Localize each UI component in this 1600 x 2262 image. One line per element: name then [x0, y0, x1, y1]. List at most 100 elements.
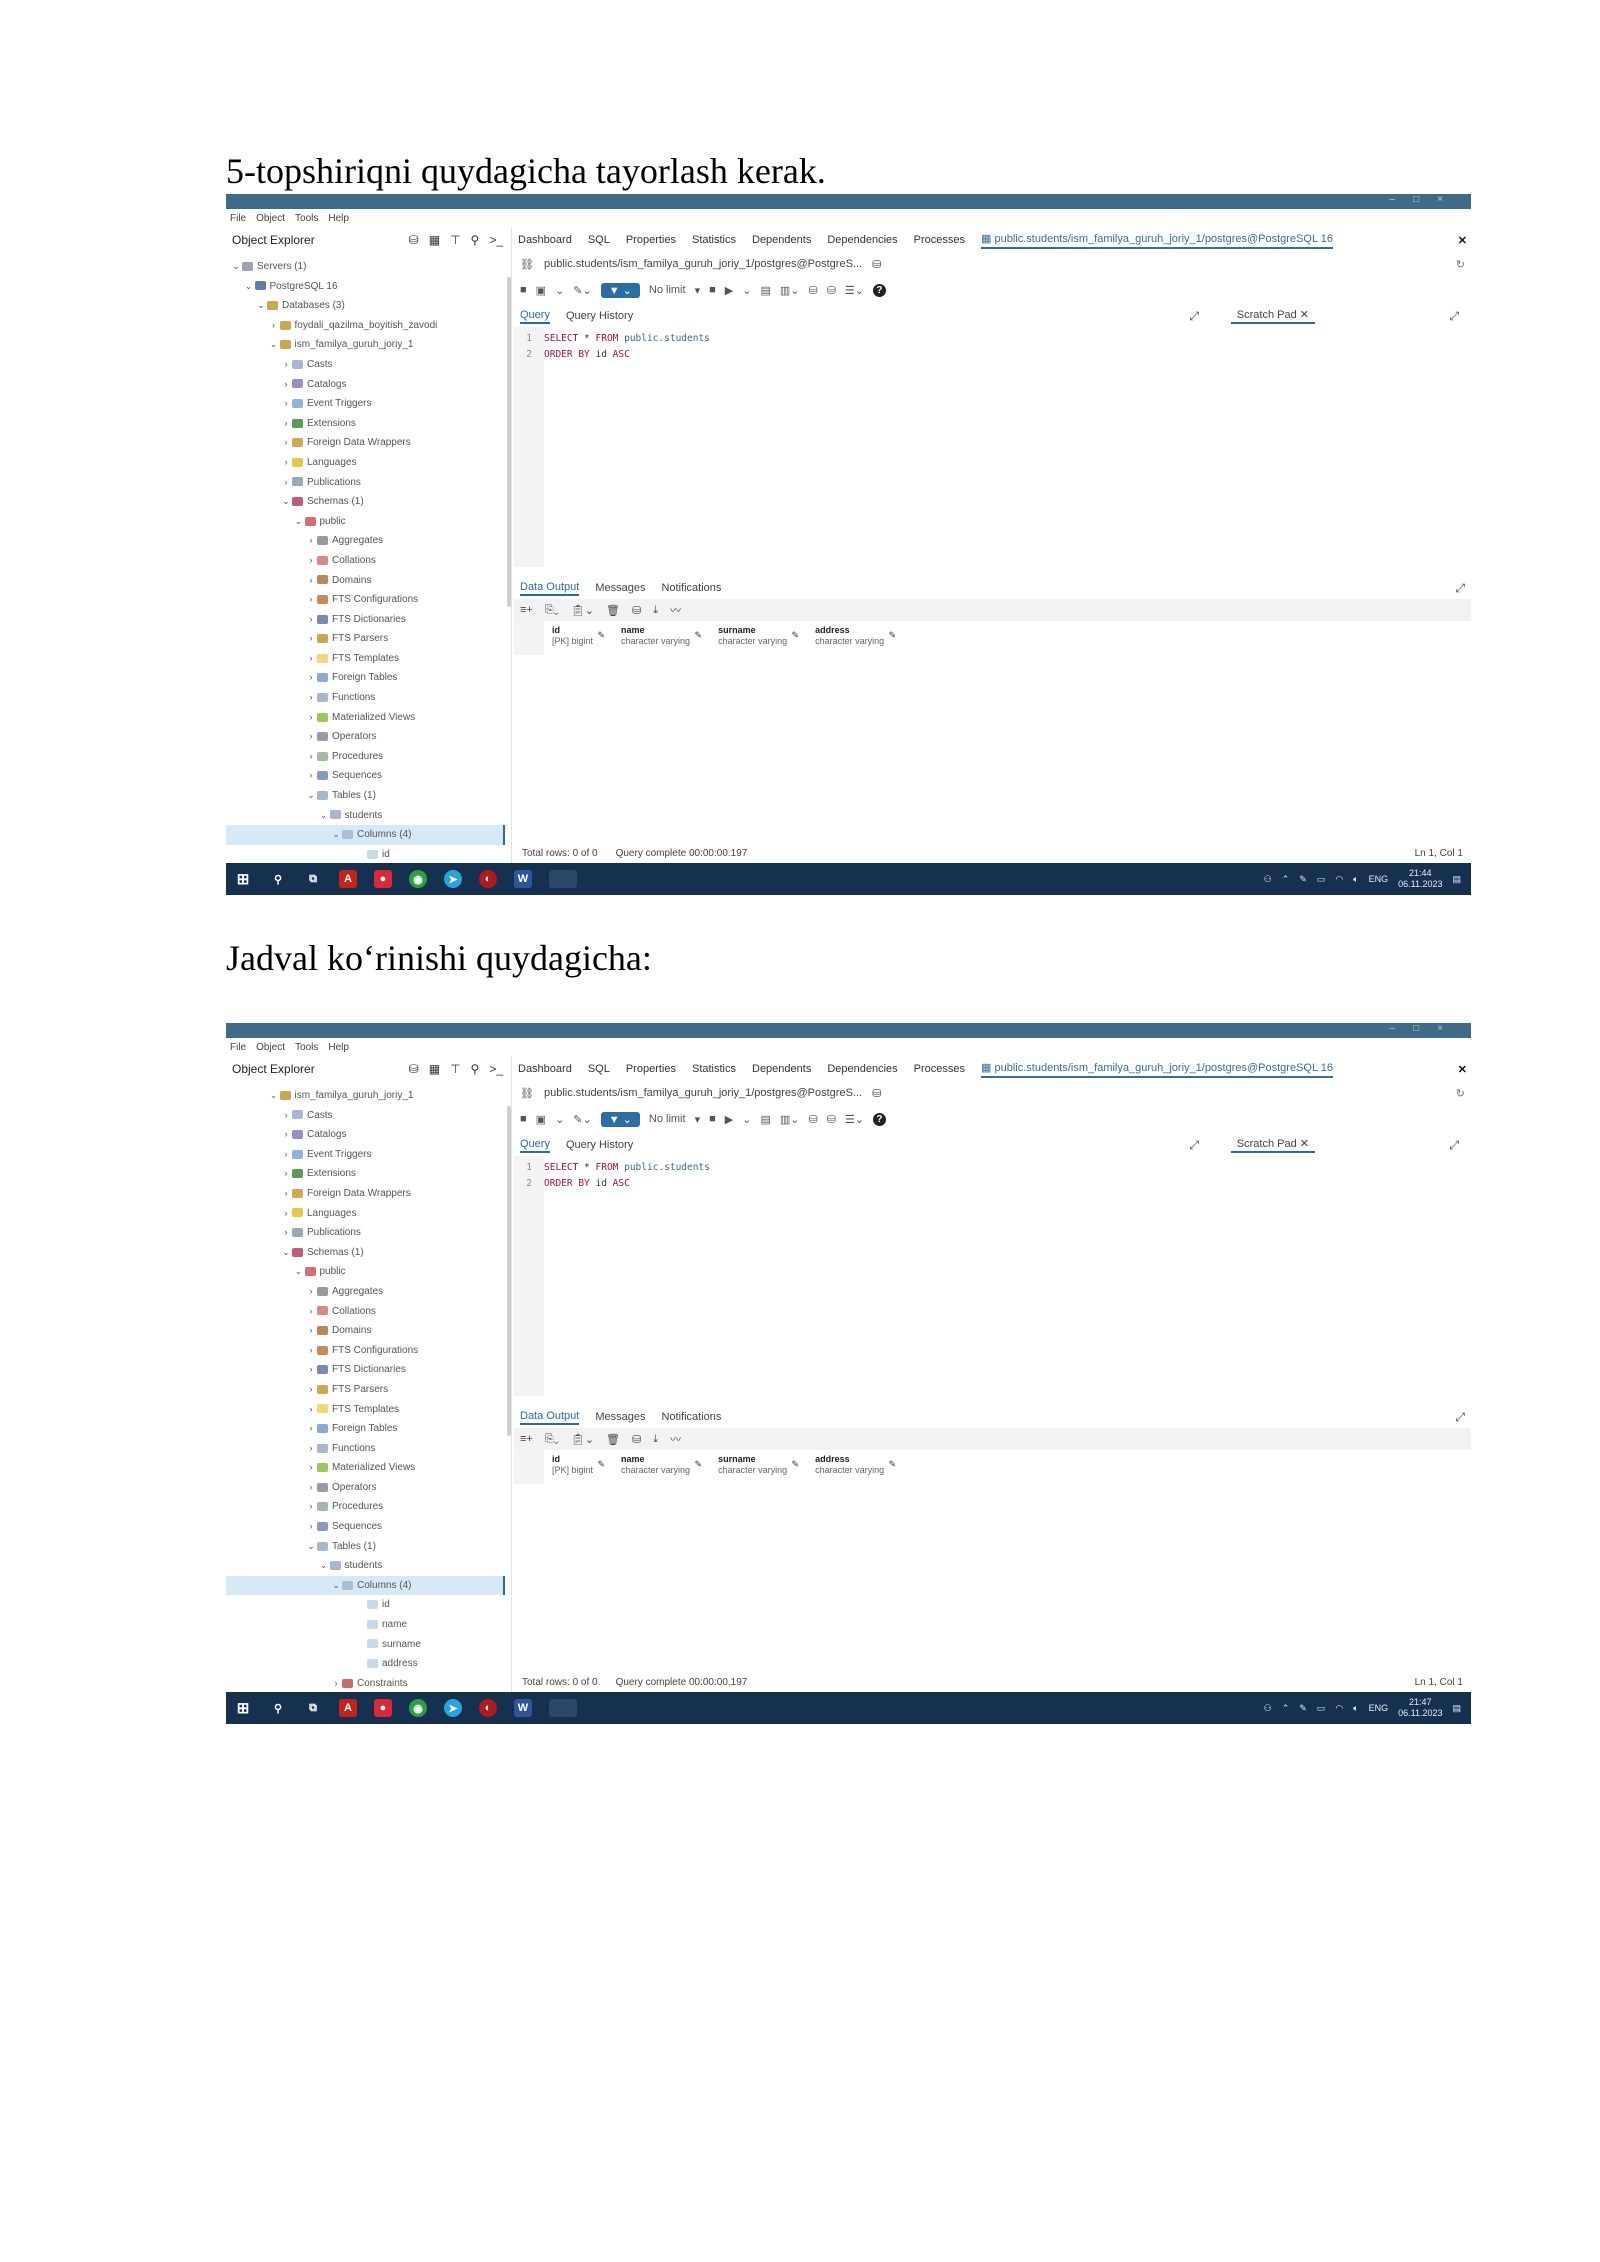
chevron-right-icon[interactable]: › [305, 1458, 317, 1478]
chevron-down-icon[interactable]: ⌄ [293, 1262, 305, 1282]
download-icon[interactable]: ⤓ [653, 604, 658, 617]
tab-dependents[interactable]: Dependents [752, 234, 811, 246]
chevron-down-icon[interactable]: ▾ [695, 1113, 701, 1126]
rollback-icon[interactable]: ⛁ [827, 1113, 836, 1126]
user-icon[interactable]: ⚇ [1264, 874, 1272, 885]
tree-node[interactable]: › FTS Parsers [226, 1380, 505, 1400]
battery-icon[interactable]: ▭ [1317, 1703, 1326, 1714]
tree-node[interactable]: › Catalogs [226, 1125, 505, 1145]
clock[interactable]: 21:44 06.11.2023 [1398, 868, 1442, 890]
tree-node[interactable]: ⌄ Servers (1) [226, 257, 505, 277]
battery-icon[interactable]: ▭ [1317, 874, 1326, 885]
acrobat-icon[interactable]: A [339, 870, 357, 888]
tab-query-history[interactable]: Query History [566, 310, 633, 322]
tree-node[interactable]: › Procedures [226, 747, 505, 767]
word-icon[interactable]: W [514, 1699, 532, 1717]
macros-icon[interactable]: ☰⌄ [845, 1113, 864, 1126]
commit-icon[interactable]: ⛁ [808, 1113, 817, 1126]
chevron-up-icon[interactable]: ⌃ [1282, 874, 1290, 885]
menu-file[interactable]: File [230, 1042, 246, 1053]
tree-node[interactable]: › Foreign Data Wrappers [226, 1184, 505, 1204]
chevron-right-icon[interactable]: › [305, 668, 317, 688]
tree-node[interactable]: ⌄ students [226, 806, 505, 826]
tab-statistics[interactable]: Statistics [692, 234, 736, 246]
tree-node[interactable]: › Casts [226, 1106, 505, 1126]
chevron-right-icon[interactable]: › [330, 1674, 342, 1694]
tree-node[interactable]: address [226, 1654, 505, 1674]
chevron-right-icon[interactable]: › [280, 433, 292, 453]
volume-icon[interactable]: 🔈︎ [1353, 1703, 1358, 1714]
tree-node[interactable]: › Collations [226, 551, 505, 571]
column-header[interactable]: id [PK] bigint ✎ [552, 1454, 605, 1476]
window-thumbnail-icon[interactable] [549, 1699, 577, 1717]
chevron-down-icon[interactable]: ⌄ [318, 806, 330, 826]
tree-node[interactable]: › Foreign Data Wrappers [226, 433, 505, 453]
filter-button[interactable]: ▼ ⌄ [600, 282, 640, 298]
explain-icon[interactable]: ▤ [760, 1113, 770, 1126]
chevron-right-icon[interactable]: › [280, 1223, 292, 1243]
chevron-right-icon[interactable]: › [305, 1419, 317, 1439]
delete-icon[interactable]: 🗑︎ [606, 604, 620, 617]
chevron-down-icon[interactable]: ⌄ [230, 257, 242, 277]
chevron-right-icon[interactable]: › [280, 1164, 292, 1184]
chevron-down-icon[interactable]: ⌄ [305, 786, 317, 806]
filter-button[interactable]: ▼ ⌄ [600, 1111, 640, 1127]
chevron-right-icon[interactable]: › [305, 649, 317, 669]
tree-node[interactable]: › FTS Dictionaries [226, 610, 505, 630]
tree-node[interactable]: › foydali_qazilma_boyitish_zavodi [226, 316, 505, 336]
tab-query-history[interactable]: Query History [566, 1139, 633, 1151]
chevron-right-icon[interactable]: › [305, 1400, 317, 1420]
row-limit-select[interactable]: No limit [649, 284, 686, 296]
chevron-down-icon[interactable]: ⌄ [280, 492, 292, 512]
search-icon[interactable]: ⚲ [471, 1062, 480, 1076]
chevron-right-icon[interactable]: › [305, 1321, 317, 1341]
expand-icon[interactable]: ⤢ [1189, 1138, 1199, 1153]
edit-icon[interactable]: ✎⌄ [573, 1113, 591, 1126]
copy-icon[interactable]: ⎘⌄ [545, 1433, 559, 1446]
tab-dependents[interactable]: Dependents [752, 1063, 811, 1075]
tab-messages[interactable]: Messages [595, 582, 645, 594]
edit-pencil-icon[interactable]: ✎ [792, 1459, 800, 1470]
tree-node[interactable]: › FTS Configurations [226, 1341, 505, 1361]
chevron-right-icon[interactable]: › [305, 1302, 317, 1322]
sql-editor[interactable]: 1 SELECT * FROM public.students 2 ORDER BY … [514, 1156, 1471, 1396]
tree-node[interactable]: › Domains [226, 571, 505, 591]
paste-icon[interactable]: 📋︎⌄ [571, 1433, 594, 1446]
chevron-down-icon[interactable]: ⌄ [742, 1113, 751, 1126]
chevron-right-icon[interactable]: › [305, 571, 317, 591]
scratch-pad-tab[interactable]: Scratch Pad ✕ [1230, 1137, 1315, 1153]
tree-node[interactable]: ⌄ Columns (4) [226, 1575, 505, 1596]
tree-node[interactable]: › Constraints [226, 1674, 505, 1694]
tree-scrollbar[interactable] [507, 1106, 511, 1436]
chevron-right-icon[interactable]: › [280, 1106, 292, 1126]
graph-icon[interactable]: 〰 [670, 1431, 681, 1447]
tab-properties[interactable]: Properties [626, 1063, 676, 1075]
tab-query-tool[interactable]: ▦ public.students/ism_familya_guruh_jori… [981, 1061, 1333, 1078]
tree-node[interactable]: ⌄ PostgreSQL 16 [226, 277, 505, 297]
tree-node[interactable]: › Procedures [226, 1497, 505, 1517]
chevron-right-icon[interactable]: › [280, 1204, 292, 1224]
language-indicator[interactable]: ENG [1369, 1703, 1389, 1713]
tab-notifications[interactable]: Notifications [661, 1411, 721, 1423]
tree-node[interactable]: ⌄ Schemas (1) [226, 1243, 505, 1263]
refresh-icon[interactable]: ↻ [1456, 1087, 1465, 1100]
tree-node[interactable]: › FTS Configurations [226, 590, 505, 610]
save-data-icon[interactable]: ⛁ [632, 604, 641, 617]
tree-node[interactable]: › Materialized Views [226, 1458, 505, 1478]
chevron-right-icon[interactable]: › [280, 473, 292, 493]
tab-query[interactable]: Query [520, 309, 550, 324]
tree-scrollbar[interactable] [507, 277, 511, 607]
clock[interactable]: 21:47 06.11.2023 [1398, 1697, 1442, 1719]
chevron-right-icon[interactable]: › [305, 590, 317, 610]
tree-node[interactable]: › Languages [226, 453, 505, 473]
database-icon[interactable]: ⛁ [409, 1062, 419, 1076]
row-limit-select[interactable]: No limit [649, 1113, 686, 1125]
tree-node[interactable]: ⌄ Columns (4) [226, 825, 505, 845]
chevron-down-icon[interactable]: ⌄ [268, 335, 280, 355]
menu-file[interactable]: File [230, 213, 246, 224]
chevron-right-icon[interactable]: › [268, 316, 280, 336]
chevron-right-icon[interactable]: › [305, 1497, 317, 1517]
tab-dependencies[interactable]: Dependencies [827, 1063, 897, 1075]
wifi-icon[interactable]: ◠ [1335, 1703, 1343, 1714]
open-file-icon[interactable]: ■ [520, 284, 527, 296]
